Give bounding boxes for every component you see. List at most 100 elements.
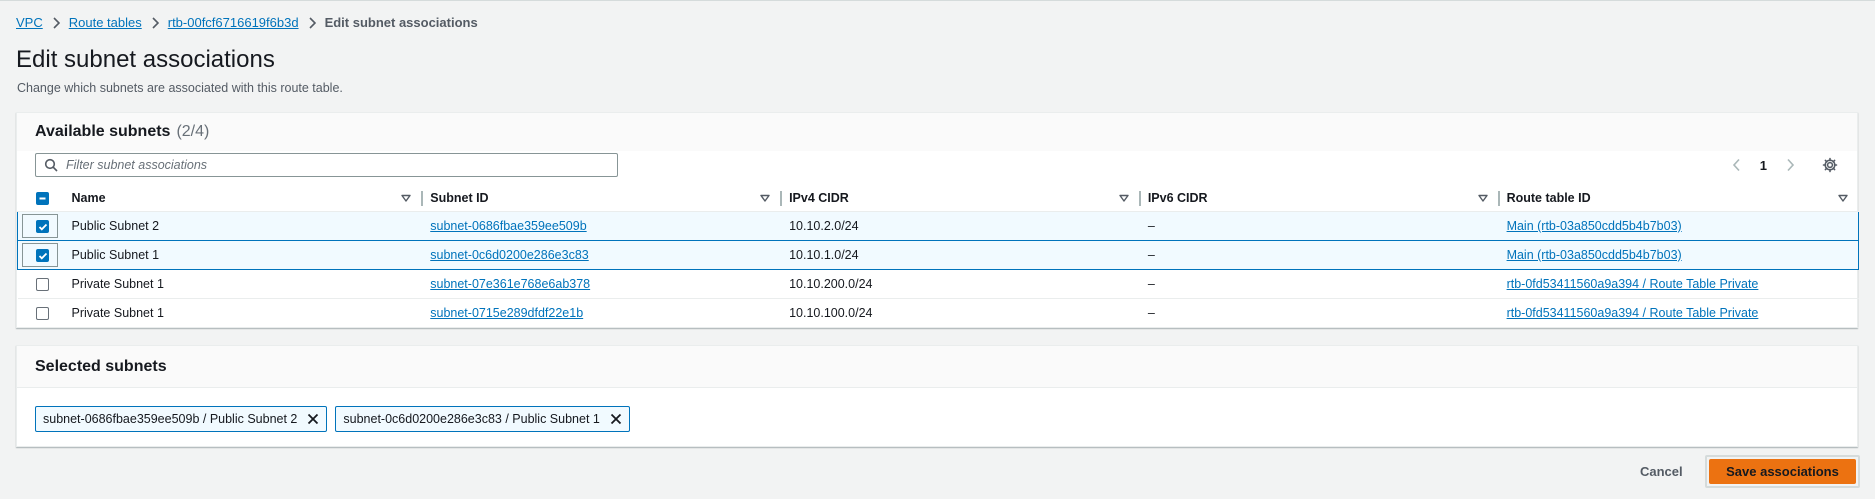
available-subnets-count: (2/4) — [176, 123, 210, 140]
cell-name: Public Subnet 2 — [63, 211, 423, 241]
ipv4-cidr: 10.10.100.0/24 — [789, 306, 873, 320]
page-title: Edit subnet associations — [16, 46, 275, 73]
pagination: 1 — [1728, 153, 1799, 177]
cell-ipv4: 10.10.200.0/24 — [781, 269, 1140, 299]
column-header-route-table[interactable]: Route table ID — [1498, 185, 1859, 212]
token-label: subnet-0686fbae359ee509b / Public Subnet… — [43, 412, 298, 426]
cell-ipv6: – — [1139, 269, 1499, 299]
chevron-right-icon[interactable] — [1781, 156, 1799, 174]
breadcrumb-route-tables[interactable]: Route tables — [69, 15, 142, 30]
route-table-link[interactable]: Main (rtb-03a850cdd5b4b7b03) — [1507, 219, 1682, 233]
cell-ipv4: 10.10.2.0/24 — [781, 211, 1140, 241]
ipv6-cidr: – — [1147, 306, 1155, 320]
route-table-link[interactable]: rtb-0fd53411560a9a394 / Route Table Priv… — [1507, 306, 1759, 320]
ipv6-cidr: – — [1147, 219, 1155, 233]
column-label-name: Name — [71, 191, 106, 205]
ipv6-cidr: – — [1147, 248, 1155, 262]
sort-caret-icon — [759, 192, 771, 204]
cell-ipv4: 10.10.100.0/24 — [781, 298, 1140, 328]
breadcrumb: VPC Route tables rtb-00fcf6716619f6b3d E… — [16, 15, 478, 30]
table-row[interactable]: Private Subnet 1 subnet-0715e289dfdf22e1… — [17, 298, 1859, 328]
select-all-checkbox[interactable] — [35, 192, 49, 206]
breadcrumb-route-table-id[interactable]: rtb-00fcf6716619f6b3d — [168, 15, 299, 30]
available-subnets-header: Available subnets (2/4) — [17, 113, 1857, 151]
subnet-name: Public Subnet 1 — [71, 248, 160, 262]
subnet-name: Private Subnet 1 — [71, 306, 164, 320]
column-header-name[interactable]: Name — [63, 185, 424, 212]
chevron-left-icon[interactable] — [1728, 156, 1746, 174]
selected-token: subnet-0c6d0200e286e3c83 / Public Subnet… — [335, 406, 630, 432]
selected-tokens: subnet-0686fbae359ee509b / Public Subnet… — [35, 406, 630, 432]
filter-input[interactable] — [66, 158, 606, 172]
subnet-id-link[interactable]: subnet-0c6d0200e286e3c83 — [430, 248, 588, 262]
route-table-link[interactable]: Main (rtb-03a850cdd5b4b7b03) — [1507, 248, 1682, 262]
column-header-ipv4[interactable]: IPv4 CIDR — [781, 185, 1141, 212]
ipv4-cidr: 10.10.1.0/24 — [789, 248, 859, 262]
selected-subnets-panel: Selected subnets subnet-0686fbae359ee509… — [16, 345, 1858, 447]
row-checkbox[interactable] — [35, 278, 49, 292]
top-border — [0, 0, 1875, 1]
cell-name: Public Subnet 1 — [63, 240, 423, 270]
column-label-ipv4: IPv4 CIDR — [789, 191, 849, 205]
ipv6-cidr: – — [1147, 277, 1155, 291]
column-header-ipv6[interactable]: IPv6 CIDR — [1139, 185, 1500, 212]
search-icon — [44, 158, 58, 172]
focus-ring — [22, 214, 58, 238]
column-label-subnet-id: Subnet ID — [430, 191, 489, 205]
sort-caret-icon — [1837, 192, 1849, 204]
row-select-cell — [17, 211, 64, 241]
table-header-row: Name Subnet ID IPv4 CIDR IPv6 CIDR Route… — [17, 185, 1859, 212]
column-header-subnet-id[interactable]: Subnet ID — [422, 185, 783, 212]
sort-caret-icon — [400, 192, 412, 204]
subnets-table: Name Subnet ID IPv4 CIDR IPv6 CIDR Route… — [17, 185, 1859, 328]
cell-route-table: rtb-0fd53411560a9a394 / Route Table Priv… — [1498, 298, 1859, 328]
subnet-id-link[interactable]: subnet-0715e289dfdf22e1b — [430, 306, 583, 320]
ipv4-cidr: 10.10.200.0/24 — [789, 277, 873, 291]
row-checkbox[interactable] — [35, 307, 49, 321]
cancel-button[interactable]: Cancel — [1640, 464, 1683, 479]
selected-token: subnet-0686fbae359ee509b / Public Subnet… — [35, 406, 328, 432]
cell-route-table: Main (rtb-03a850cdd5b4b7b03) — [1498, 240, 1859, 270]
cell-subnet-id: subnet-0715e289dfdf22e1b — [422, 298, 782, 328]
row-select-cell — [17, 298, 64, 328]
cell-name: Private Subnet 1 — [63, 269, 423, 299]
focus-ring — [22, 243, 58, 267]
available-subnets-title: Available subnets — [35, 123, 171, 140]
save-associations-button[interactable]: Save associations — [1709, 459, 1856, 484]
subnet-name: Private Subnet 1 — [71, 277, 164, 291]
selected-subnets-title: Selected subnets — [35, 357, 167, 375]
cell-route-table: Main (rtb-03a850cdd5b4b7b03) — [1498, 211, 1859, 241]
breadcrumb-current: Edit subnet associations — [324, 15, 478, 30]
chevron-right-icon — [299, 16, 325, 29]
filter-row: 1 — [17, 151, 1857, 183]
page-number[interactable]: 1 — [1760, 158, 1767, 173]
page-description: Change which subnets are associated with… — [17, 81, 343, 95]
token-label: subnet-0c6d0200e286e3c83 / Public Subnet… — [343, 412, 600, 426]
cell-route-table: rtb-0fd53411560a9a394 / Route Table Priv… — [1498, 269, 1859, 299]
table-row[interactable]: Public Subnet 2 subnet-0686fbae359ee509b… — [17, 211, 1859, 241]
ipv4-cidr: 10.10.2.0/24 — [789, 219, 859, 233]
breadcrumb-vpc[interactable]: VPC — [16, 15, 43, 30]
cell-ipv4: 10.10.1.0/24 — [781, 240, 1140, 270]
route-table-link[interactable]: rtb-0fd53411560a9a394 / Route Table Priv… — [1507, 277, 1759, 291]
column-label-ipv6: IPv6 CIDR — [1147, 191, 1208, 205]
subnet-id-link[interactable]: subnet-07e361e768e6ab378 — [430, 277, 590, 291]
filter-box[interactable] — [35, 153, 618, 177]
column-label-route-table: Route table ID — [1506, 191, 1591, 205]
chevron-right-icon — [43, 16, 69, 29]
subnet-id-link[interactable]: subnet-0686fbae359ee509b — [430, 219, 586, 233]
table-row[interactable]: Public Subnet 1 subnet-0c6d0200e286e3c83… — [17, 240, 1859, 270]
settings-gear-icon[interactable] — [1820, 155, 1840, 175]
cell-subnet-id: subnet-0686fbae359ee509b — [422, 211, 782, 241]
save-button-focus-ring: Save associations — [1705, 455, 1860, 488]
close-icon[interactable] — [609, 412, 623, 426]
row-select-cell — [17, 269, 64, 299]
select-all-header — [17, 185, 64, 212]
close-icon[interactable] — [306, 412, 320, 426]
cell-subnet-id: subnet-07e361e768e6ab378 — [422, 269, 782, 299]
cell-ipv6: – — [1139, 298, 1499, 328]
table-row[interactable]: Private Subnet 1 subnet-07e361e768e6ab37… — [17, 269, 1859, 299]
cell-subnet-id: subnet-0c6d0200e286e3c83 — [422, 240, 782, 270]
subnet-name: Public Subnet 2 — [71, 219, 160, 233]
chevron-right-icon — [142, 16, 168, 29]
